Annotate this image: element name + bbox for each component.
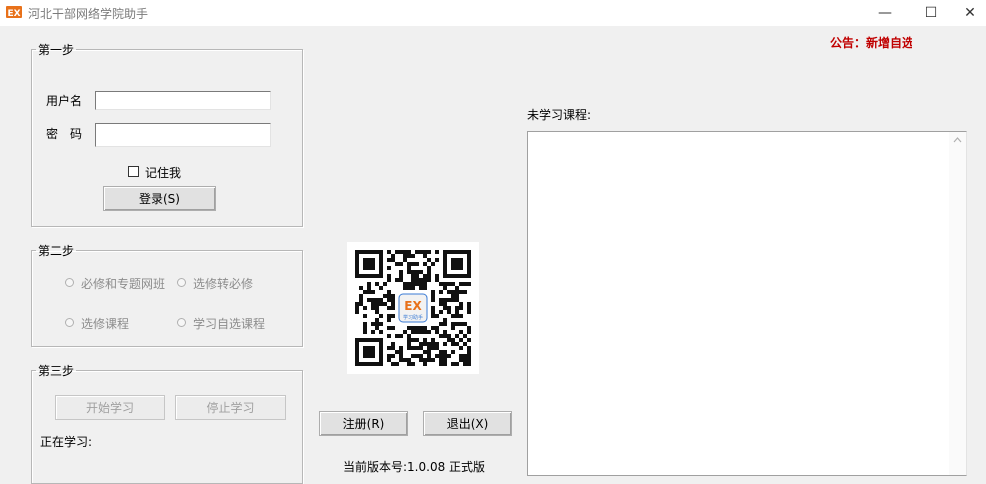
- close-button[interactable]: ✕: [954, 0, 986, 26]
- step1-legend: 第一步: [38, 43, 75, 57]
- login-button[interactable]: 登录(S): [103, 186, 216, 211]
- maximize-icon: ☐: [924, 5, 938, 21]
- qr-code-image: EX 学习助手: [347, 242, 479, 374]
- version-label: 当前版本号:1.0.08 正式版: [343, 460, 486, 474]
- remember-checkbox[interactable]: [128, 166, 139, 177]
- course-list-scrollbar[interactable]: [949, 132, 966, 475]
- exit-button[interactable]: 退出(X): [423, 411, 512, 436]
- remember-label: 记住我: [145, 166, 182, 180]
- app-logo-icon: EX: [6, 6, 22, 19]
- minimize-button[interactable]: —: [862, 0, 908, 26]
- course-list[interactable]: [527, 131, 967, 476]
- minimize-icon: —: [878, 5, 892, 21]
- scroll-up-icon[interactable]: [949, 132, 966, 148]
- course-list-label: 未学习课程:: [527, 108, 592, 122]
- title-bar[interactable]: EX 河北干部网络学院助手 — ☐ ✕: [0, 0, 986, 26]
- maximize-button[interactable]: ☐: [908, 0, 954, 26]
- step3-group: 第三步: [31, 362, 303, 484]
- radio-elective-to-required[interactable]: [177, 278, 186, 287]
- close-icon: ✕: [964, 5, 976, 21]
- password-input[interactable]: [95, 123, 271, 147]
- step3-legend: 第三步: [38, 364, 75, 378]
- qr-logo-text: EX: [404, 299, 422, 313]
- register-button[interactable]: 注册(R): [319, 411, 408, 436]
- qr-code-icon: EX 学习助手: [355, 250, 471, 366]
- radio-elective-courses[interactable]: [65, 318, 74, 327]
- qr-logo-subtext: 学习助手: [403, 314, 423, 321]
- username-label: 用户名: [46, 94, 83, 108]
- announcement-text: 公告：新增自选: [830, 36, 912, 50]
- option-self-selected-label: 学习自选课程: [193, 317, 266, 331]
- svg-text:EX: EX: [7, 9, 20, 19]
- stop-study-button[interactable]: 停止学习: [175, 395, 286, 420]
- current-study-label: 正在学习:: [40, 435, 93, 449]
- step2-legend: 第二步: [38, 244, 75, 258]
- option-elective-courses-label: 选修课程: [81, 317, 130, 331]
- start-study-button[interactable]: 开始学习: [55, 395, 165, 420]
- radio-self-selected[interactable]: [177, 318, 186, 327]
- password-label: 密 码: [46, 127, 83, 141]
- username-input[interactable]: [95, 91, 271, 110]
- option-required-special-label: 必修和专题网班: [81, 277, 166, 291]
- option-elective-to-required-label: 选修转必修: [193, 277, 254, 291]
- window-title: 河北干部网络学院助手: [28, 7, 149, 21]
- radio-required-special[interactable]: [65, 278, 74, 287]
